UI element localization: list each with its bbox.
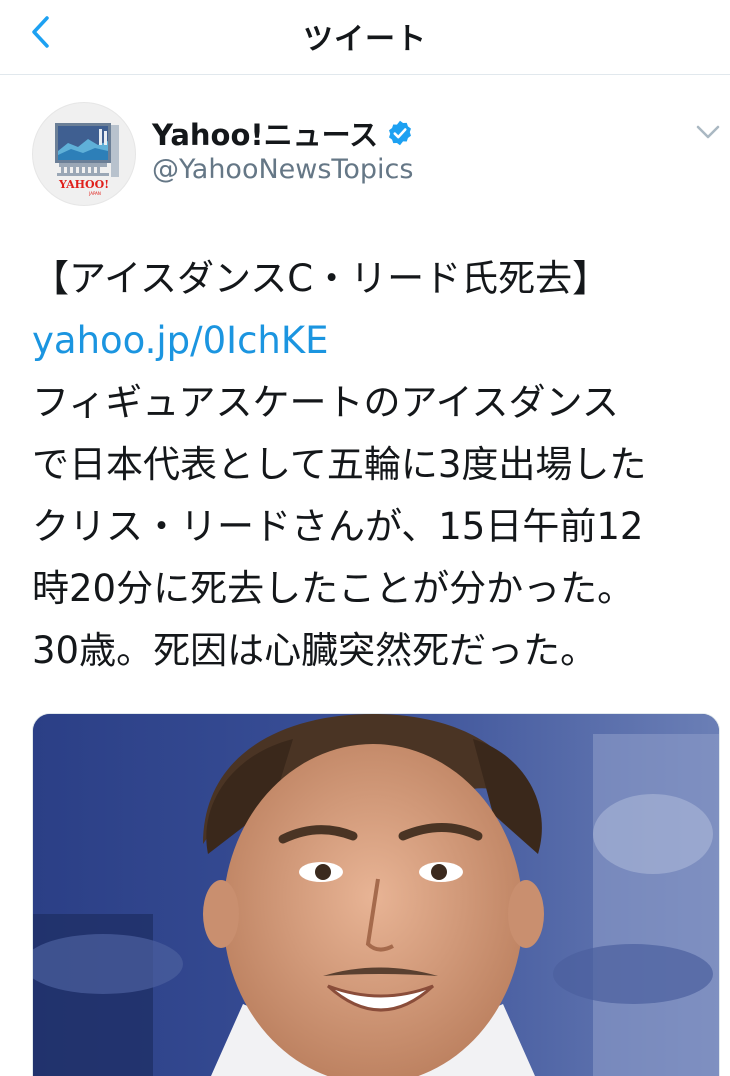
avatar[interactable]: YAHOO! JAPAN [32, 102, 136, 206]
tweet-text: 【アイスダンスC・リード氏死去】 yahoo.jp/0IchKE フィギュアスケ… [32, 248, 712, 682]
top-nav-bar: ツイート [0, 0, 730, 75]
tweet-body-line: フィギュアスケートのアイスダンス [32, 381, 619, 424]
news-photo [33, 714, 719, 1076]
author-name-text: Yahoo!ニュース [152, 118, 379, 152]
chevron-down-icon [696, 125, 720, 139]
svg-text:JAPAN: JAPAN [88, 191, 101, 196]
more-options-button[interactable] [694, 122, 722, 142]
verified-badge-icon [386, 119, 414, 147]
tweet-body-line: で日本代表として五輪に3度出場した [32, 443, 647, 486]
tweet-body-line: クリス・リードさんが、15日午前12 [32, 505, 644, 548]
tweet-body-line: 30歳。死因は心臓突然死だった。 [32, 629, 598, 672]
tweet-link[interactable]: yahoo.jp/0IchKE [32, 319, 329, 362]
svg-text:YAHOO!: YAHOO! [58, 178, 109, 191]
author-handle[interactable]: @YahooNewsTopics [152, 154, 413, 185]
tweet-media-photo[interactable] [32, 713, 720, 1076]
author-display-name[interactable]: Yahoo!ニュース [152, 112, 414, 154]
yahoo-news-logo: YAHOO! JAPAN [55, 123, 119, 196]
tweet-detail-screen: ツイート YAHOO! JAPAN Yahoo!ニュース @YahooNewsT… [0, 0, 730, 1076]
page-title: ツイート [303, 22, 427, 57]
tweet-body-line: 時20分に死去したことが分かった。 [32, 567, 635, 610]
tweet-headline: 【アイスダンスC・リード氏死去】 [32, 257, 610, 300]
